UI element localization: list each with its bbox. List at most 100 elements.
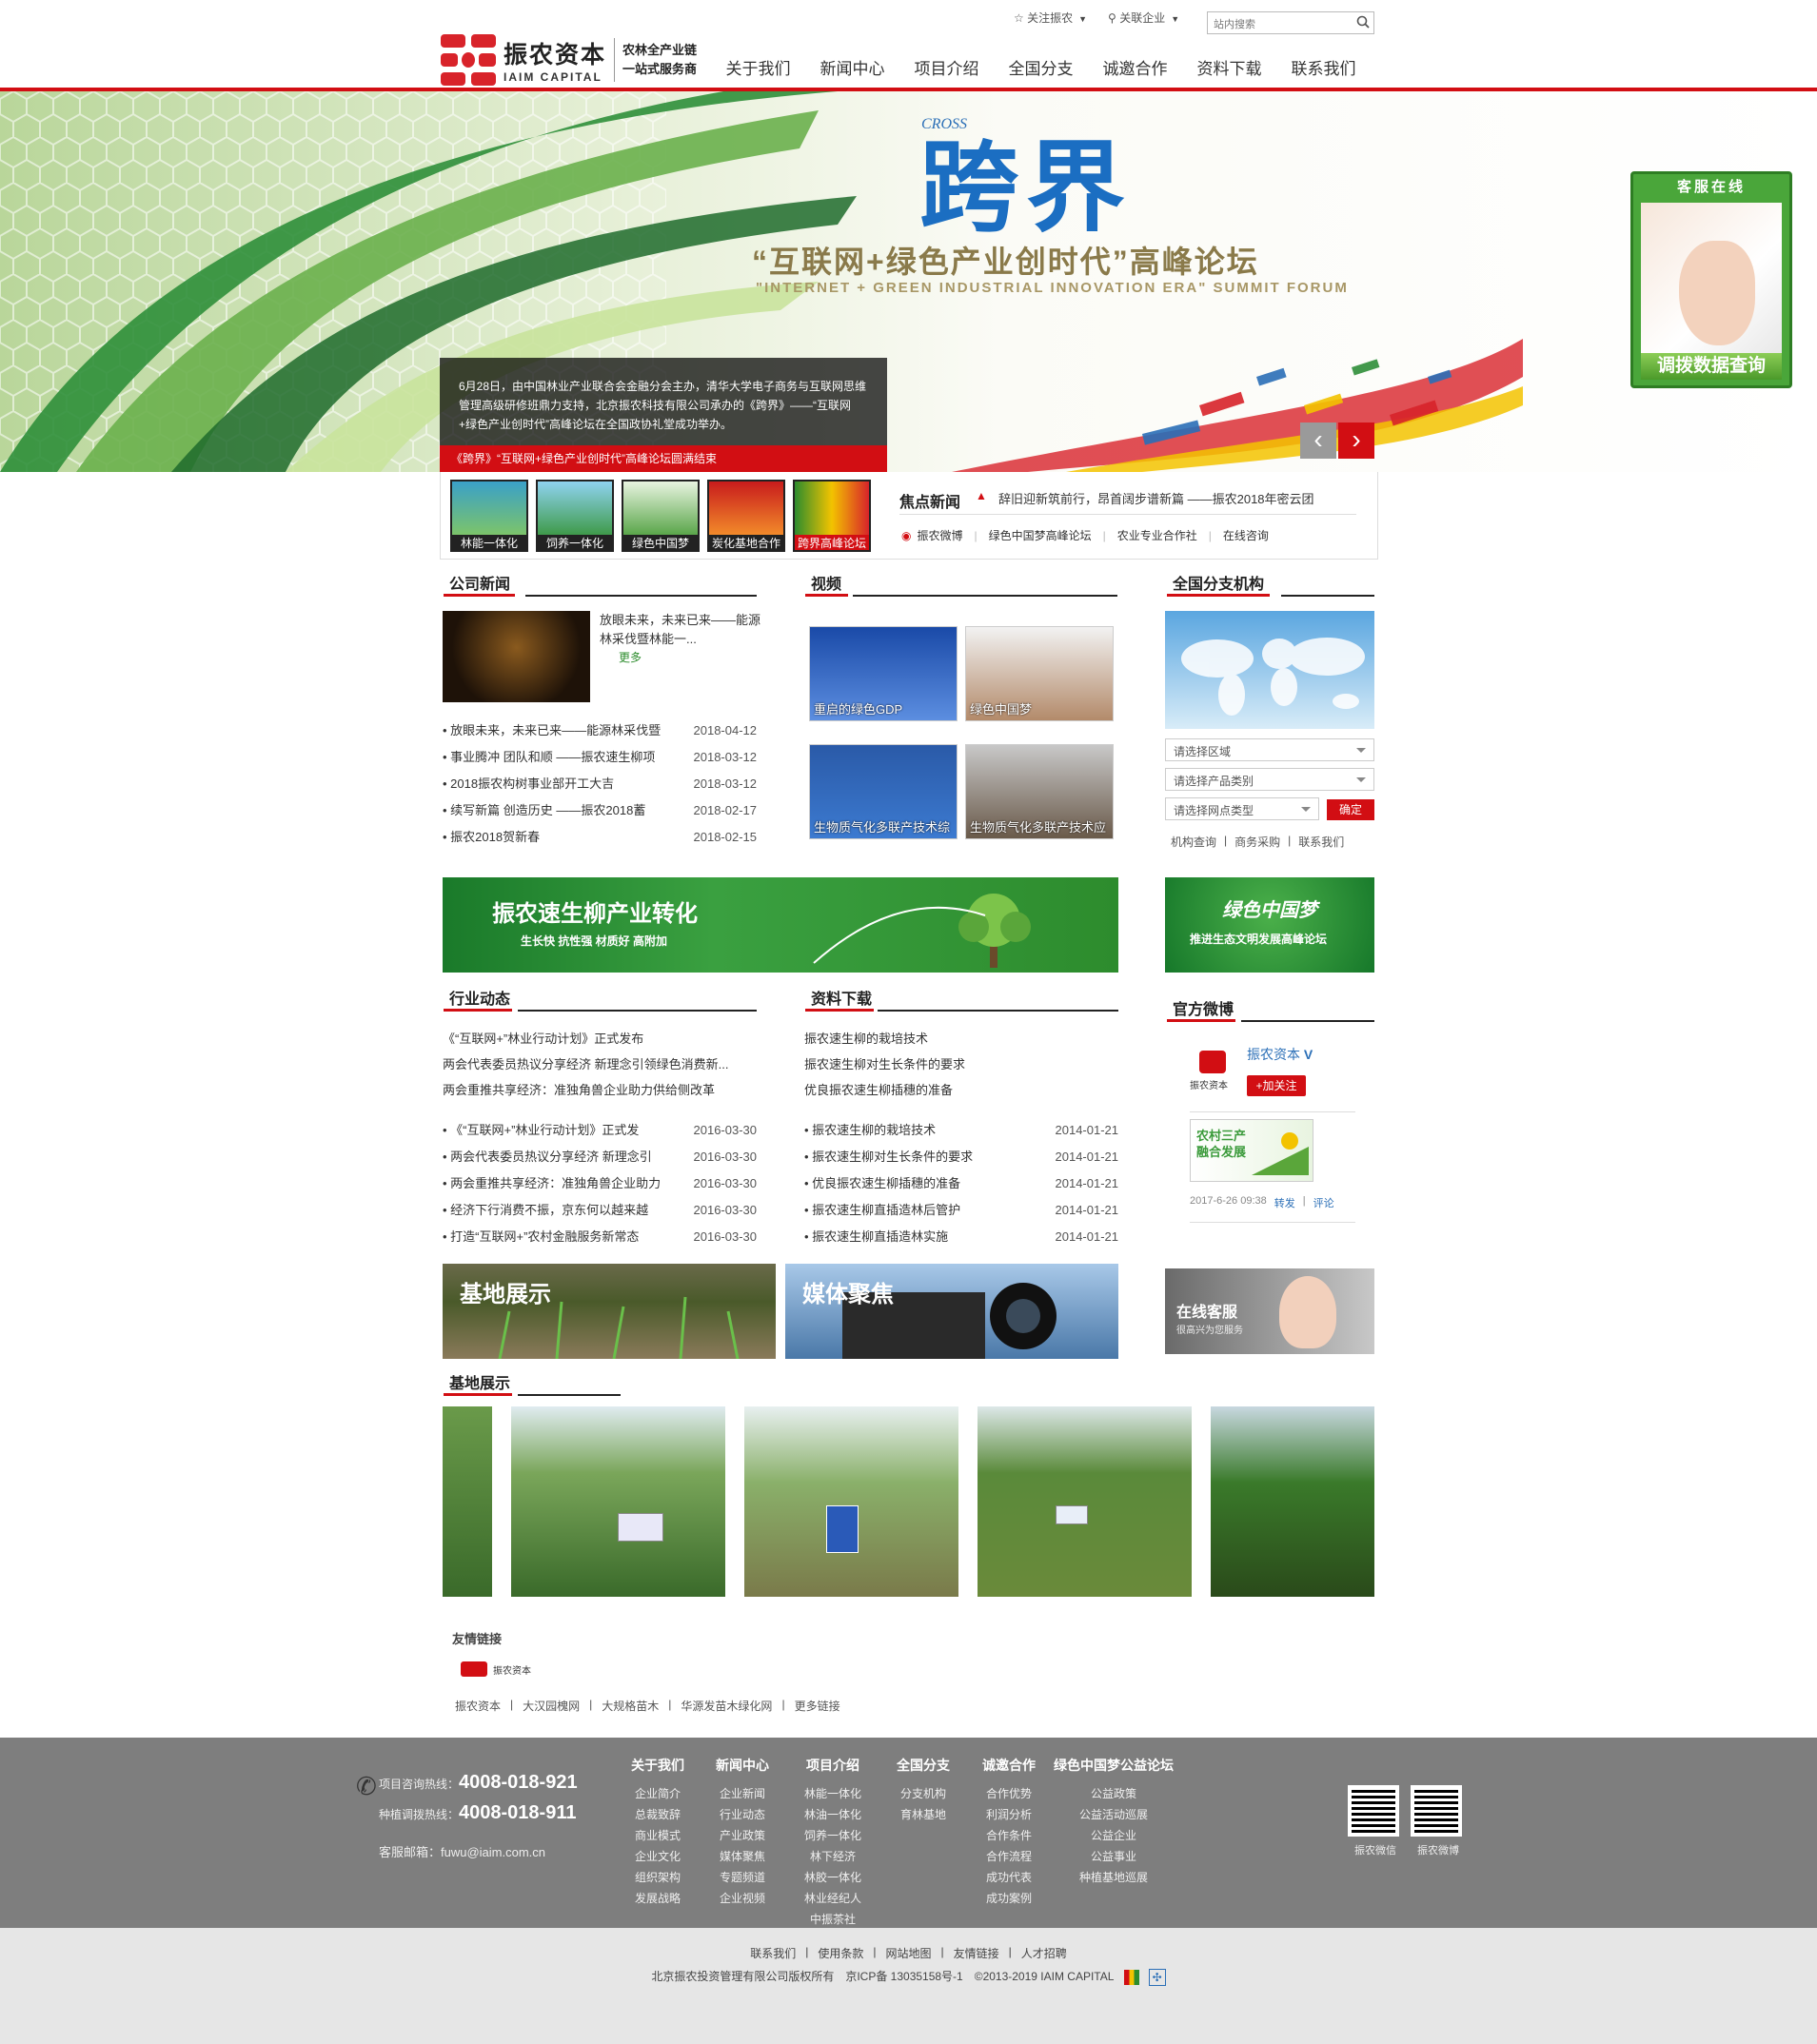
- related-menu[interactable]: ⚲ 关联企业 ▼: [1108, 10, 1179, 26]
- footer-link[interactable]: 公益事业: [1047, 1846, 1180, 1867]
- footer-link[interactable]: 林能一体化: [798, 1783, 868, 1804]
- list-item[interactable]: • 两会代表委员热议分享经济 新理念引 2016-03-30: [443, 1144, 757, 1170]
- footer-link[interactable]: 组织架构: [624, 1867, 691, 1888]
- online-service-float[interactable]: 客服在线 调拨数据查询: [1630, 171, 1792, 388]
- footer-link[interactable]: 发展战略: [624, 1888, 691, 1909]
- stats-icon[interactable]: [1124, 1969, 1140, 1985]
- video-item[interactable]: 生物质气化多联产技术应: [965, 744, 1114, 839]
- follow-menu[interactable]: ☆ 关注振农 ▼: [1014, 10, 1087, 26]
- footer-link[interactable]: 成功案例: [976, 1888, 1042, 1909]
- paw-icon[interactable]: ✣: [1148, 1968, 1166, 1986]
- footer-link[interactable]: 公益活动巡展: [1047, 1804, 1180, 1825]
- base-photo[interactable]: [511, 1406, 725, 1597]
- more-link[interactable]: 更多: [619, 649, 642, 665]
- focus-link[interactable]: 振农微博: [917, 527, 962, 543]
- list-item[interactable]: • 打造“互联网+”农村金融服务新常态 2016-03-30: [443, 1224, 757, 1250]
- search-icon[interactable]: [1356, 15, 1370, 29]
- focus-link[interactable]: 在线咨询: [1223, 527, 1269, 543]
- list-item[interactable]: • 振农速生柳直插造林实施 2014-01-21: [804, 1224, 1118, 1250]
- footer-link[interactable]: 合作条件: [976, 1825, 1042, 1846]
- nav-news[interactable]: 新闻中心: [805, 55, 899, 79]
- video-item[interactable]: 绿色中国梦: [965, 626, 1114, 721]
- footer-link[interactable]: 产业政策: [709, 1825, 776, 1846]
- list-item[interactable]: • 经济下行消费不振，京东何以越来越 2016-03-30: [443, 1197, 757, 1224]
- weibo-avatar[interactable]: 振农资本: [1190, 1047, 1237, 1094]
- footer-link[interactable]: 育林基地: [890, 1804, 957, 1825]
- friend-link[interactable]: 大规格苗木: [602, 1698, 659, 1714]
- data-query-button[interactable]: 调拨数据查询: [1641, 353, 1782, 380]
- footer-link[interactable]: 企业简介: [624, 1783, 691, 1804]
- online-service-banner[interactable]: 在线客服 很高兴为您服务: [1165, 1268, 1374, 1354]
- footer-link[interactable]: 种植基地巡展: [1047, 1867, 1180, 1888]
- banner-caption-bar[interactable]: 《跨界》“互联网+绿色产业创时代”高峰论坛圆满结束: [440, 445, 887, 472]
- footer-link[interactable]: 合作流程: [976, 1846, 1042, 1867]
- footer-link[interactable]: 林油一体化: [798, 1804, 868, 1825]
- company-news-feature-text[interactable]: 放眼未来，未来已来——能源林采伐暨林能一...: [600, 611, 761, 649]
- footer-link[interactable]: 媒体聚焦: [709, 1846, 776, 1867]
- focus-link[interactable]: 绿色中国梦高峰论坛: [989, 527, 1092, 543]
- nav-contact[interactable]: 联系我们: [1276, 55, 1371, 79]
- region-select[interactable]: 请选择区域: [1165, 738, 1374, 761]
- video-item[interactable]: 重启的绿色GDP: [809, 626, 958, 721]
- list-item[interactable]: • 2018振农构树事业部开工大吉 2018-03-12: [443, 771, 757, 797]
- footer-email[interactable]: 客服邮箱：fuwu@iaim.com.cn: [379, 1842, 545, 1860]
- list-item[interactable]: • 振农速生柳的栽培技术 2014-01-21: [804, 1117, 1118, 1144]
- base-show-banner[interactable]: 基地展示: [443, 1264, 776, 1359]
- list-item[interactable]: 《“互联网+”林业行动计划》正式发布: [443, 1026, 757, 1051]
- repost-link[interactable]: 转发: [1274, 1195, 1295, 1210]
- nav-projects[interactable]: 项目介绍: [899, 55, 994, 79]
- base-photo[interactable]: [744, 1406, 958, 1597]
- thumb-item[interactable]: 绿色中国梦: [622, 480, 700, 552]
- thumb-item[interactable]: 炭化基地合作: [707, 480, 785, 552]
- footer-link[interactable]: 饲养一体化: [798, 1825, 868, 1846]
- base-photo[interactable]: [1211, 1406, 1374, 1597]
- footer-bottom-link[interactable]: 网站地图: [885, 1945, 931, 1961]
- focus-headline[interactable]: 辞旧迎新筑前行，昂首阔步谱新篇 ——振农2018年密云团: [998, 489, 1314, 507]
- list-item[interactable]: • 振农速生柳直插造林后管护 2014-01-21: [804, 1197, 1118, 1224]
- friend-link[interactable]: 更多链接: [795, 1698, 840, 1714]
- nav-about[interactable]: 关于我们: [711, 55, 805, 79]
- footer-link[interactable]: 利润分析: [976, 1804, 1042, 1825]
- nav-downloads[interactable]: 资料下载: [1182, 55, 1276, 79]
- footer-link[interactable]: 合作优势: [976, 1783, 1042, 1804]
- search-input[interactable]: 站内搜索: [1207, 11, 1374, 34]
- thumb-item[interactable]: 跨界高峰论坛: [793, 480, 871, 552]
- friend-link[interactable]: 振农资本: [455, 1698, 501, 1714]
- footer-link[interactable]: 行业动态: [709, 1804, 776, 1825]
- footer-bottom-link[interactable]: 人才招聘: [1021, 1945, 1067, 1961]
- footer-link[interactable]: 企业文化: [624, 1846, 691, 1867]
- list-item[interactable]: 振农速生柳的栽培技术: [804, 1026, 1118, 1051]
- footer-bottom-link[interactable]: 友情链接: [954, 1945, 999, 1961]
- footer-link[interactable]: 企业视频: [709, 1888, 776, 1909]
- base-photo[interactable]: [443, 1406, 492, 1597]
- footer-link[interactable]: 公益政策: [1047, 1783, 1180, 1804]
- media-focus-banner[interactable]: 媒体聚焦: [785, 1264, 1118, 1359]
- footer-bottom-link[interactable]: 联系我们: [750, 1945, 796, 1961]
- list-item[interactable]: • 振农速生柳对生长条件的要求 2014-01-21: [804, 1144, 1118, 1170]
- product-select[interactable]: 请选择产品类别: [1165, 768, 1374, 791]
- footer-link[interactable]: 中振茶社: [798, 1909, 868, 1930]
- list-item[interactable]: • 续写新篇 创造历史 ——振农2018蓄 2018-02-17: [443, 797, 757, 824]
- footer-link[interactable]: 成功代表: [976, 1867, 1042, 1888]
- list-item[interactable]: 两会代表委员热议分享经济 新理念引领绿色消费新...: [443, 1051, 757, 1077]
- list-item[interactable]: 振农速生柳对生长条件的要求: [804, 1051, 1118, 1077]
- footer-link[interactable]: 分支机构: [890, 1783, 957, 1804]
- friend-link[interactable]: 华源发苗木绿化网: [681, 1698, 772, 1714]
- footer-link[interactable]: 林下经济: [798, 1846, 868, 1867]
- video-item[interactable]: 生物质气化多联产技术综: [809, 744, 958, 839]
- company-news-feature-image[interactable]: [443, 611, 590, 702]
- follow-button[interactable]: +加关注: [1247, 1075, 1306, 1096]
- nav-branches[interactable]: 全国分支: [994, 55, 1088, 79]
- footer-link[interactable]: 林业经纪人: [798, 1888, 868, 1909]
- list-item[interactable]: • 事业腾冲 团队和顺 ——振农速生柳项 2018-03-12: [443, 744, 757, 771]
- hero-banner[interactable]: CROSS 跨界 “互联网+绿色产业创时代”高峰论坛 "INTERNET + G…: [0, 91, 1817, 472]
- list-item[interactable]: • 优良振农速生柳插穗的准备 2014-01-21: [804, 1170, 1118, 1197]
- branch-link[interactable]: 商务采购: [1234, 834, 1280, 850]
- footer-link[interactable]: 公益企业: [1047, 1825, 1180, 1846]
- green-dream-promo-banner[interactable]: 绿色中国梦 推进生态文明发展高峰论坛: [1165, 877, 1374, 973]
- weibo-name[interactable]: 振农资本 V: [1247, 1045, 1313, 1064]
- list-item[interactable]: • 两会重推共享经济：准独角兽企业助力 2016-03-30: [443, 1170, 757, 1197]
- focus-link[interactable]: 农业专业合作社: [1117, 527, 1197, 543]
- footer-bottom-link[interactable]: 使用条款: [818, 1945, 863, 1961]
- list-item[interactable]: 两会重推共享经济：准独角兽企业助力供给侧改革: [443, 1077, 757, 1103]
